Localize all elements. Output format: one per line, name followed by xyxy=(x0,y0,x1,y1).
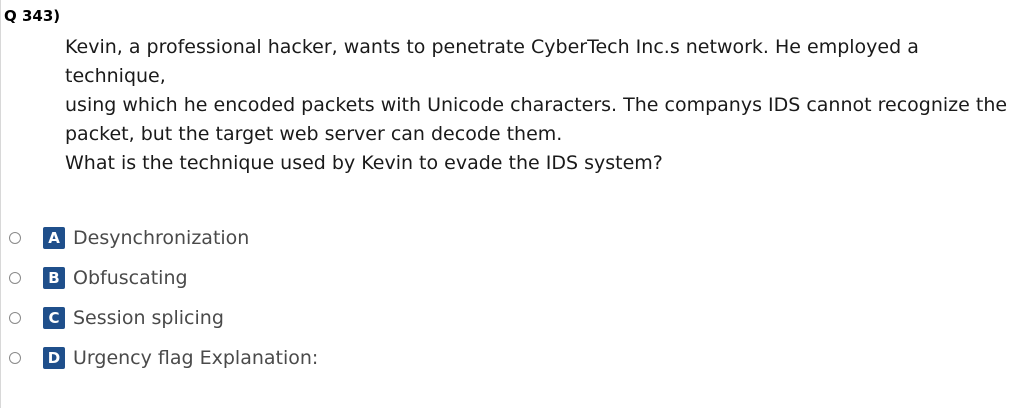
option-letter-badge-c: C xyxy=(43,307,65,329)
radio-button-b[interactable] xyxy=(9,272,21,284)
question-line: packet, but the target web server can de… xyxy=(65,123,563,145)
question-text: Kevin, a professional hacker, wants to p… xyxy=(65,33,1010,178)
option-b[interactable]: B Obfuscating xyxy=(9,258,318,298)
option-letter-badge-d: D xyxy=(43,347,65,369)
radio-button-c[interactable] xyxy=(9,312,21,324)
question-prompt: What is the technique used by Kevin to e… xyxy=(65,152,663,174)
question-line: Kevin, a professional hacker, wants to p… xyxy=(65,36,919,87)
option-letter-badge-b: B xyxy=(43,267,65,289)
option-label-a: Desynchronization xyxy=(73,227,250,249)
option-letter-badge-a: A xyxy=(43,227,65,249)
radio-button-d[interactable] xyxy=(9,352,21,364)
option-c[interactable]: C Session splicing xyxy=(9,298,318,338)
option-label-d: Urgency flag Explanation: xyxy=(73,347,319,369)
question-number: Q 343) xyxy=(4,7,61,25)
option-d[interactable]: D Urgency flag Explanation: xyxy=(9,338,318,378)
option-label-c: Session splicing xyxy=(73,307,224,329)
option-a[interactable]: A Desynchronization xyxy=(9,218,318,258)
radio-button-a[interactable] xyxy=(9,232,21,244)
question-line: using which he encoded packets with Unic… xyxy=(65,94,1008,116)
answer-options: A Desynchronization B Obfuscating C Sess… xyxy=(9,218,318,378)
left-border xyxy=(0,0,1,408)
option-label-b: Obfuscating xyxy=(73,267,188,289)
